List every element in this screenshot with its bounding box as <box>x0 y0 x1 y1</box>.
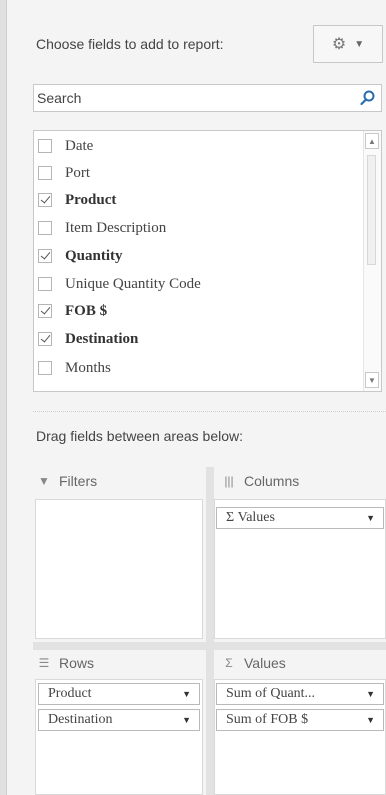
field-destination[interactable]: Destination <box>38 328 138 350</box>
chevron-down-icon[interactable]: ▼ <box>366 689 375 699</box>
values-chip-quantity[interactable]: Sum of Quant... ▼ <box>216 683 384 705</box>
rows-chip-destination[interactable]: Destination ▼ <box>38 709 200 731</box>
field-product[interactable]: Product <box>38 189 116 211</box>
filters-title-label: Filters <box>59 473 98 489</box>
field-checkbox[interactable] <box>38 304 52 318</box>
chip-label: Σ Values <box>226 510 275 525</box>
pane-left-border <box>0 0 7 795</box>
rows-title-label: Rows <box>59 655 95 671</box>
field-label: Date <box>65 137 94 154</box>
scroll-up-icon[interactable]: ▲ <box>365 133 379 149</box>
field-checkbox[interactable] <box>38 361 52 375</box>
section-divider <box>33 411 386 412</box>
chip-label: Product <box>48 686 92 701</box>
values-area-title: Σ Values <box>222 655 286 671</box>
field-checkbox[interactable] <box>38 139 52 153</box>
sigma-icon: Σ <box>225 656 233 670</box>
chevron-down-icon[interactable]: ▼ <box>366 513 375 523</box>
chip-label: Sum of FOB $ <box>226 712 309 727</box>
field-unique-quantity-code[interactable]: Unique Quantity Code <box>38 273 201 295</box>
field-label: Destination <box>65 330 139 347</box>
chip-label: Destination <box>48 712 113 727</box>
filters-area-title: ▼ Filters <box>37 473 97 489</box>
field-port[interactable]: Port <box>38 162 90 184</box>
filter-icon: ▼ <box>38 474 50 488</box>
area-splitter-vertical <box>206 467 214 795</box>
choose-fields-label: Choose fields to add to report: <box>36 36 224 52</box>
field-checkbox[interactable] <box>38 221 52 235</box>
field-months[interactable]: Months <box>38 357 111 379</box>
field-label: FOB $ <box>65 302 108 319</box>
values-chip-fob[interactable]: Sum of FOB $ ▼ <box>216 709 384 731</box>
columns-icon: ||| <box>224 474 234 488</box>
layout-areas: ▼ Filters ||| Columns Σ Values ▼ ☰ Rows … <box>33 467 386 795</box>
field-label: Months <box>65 359 111 376</box>
rows-area-title: ☰ Rows <box>37 655 94 671</box>
field-checkbox[interactable] <box>38 193 52 207</box>
field-label: Quantity <box>65 247 123 264</box>
rows-icon: ☰ <box>38 656 50 670</box>
field-label: Port <box>65 164 91 181</box>
columns-area-title: ||| Columns <box>222 473 299 489</box>
tools-button[interactable]: ⚙ ▼ <box>313 25 383 63</box>
search-input[interactable] <box>37 85 337 111</box>
chevron-down-icon[interactable]: ▼ <box>182 689 191 699</box>
chevron-down-icon[interactable]: ▼ <box>182 715 191 725</box>
field-list-scrollbar[interactable]: ▲ ▼ <box>363 131 381 391</box>
rows-chip-product[interactable]: Product ▼ <box>38 683 200 705</box>
field-label: Unique Quantity Code <box>65 275 201 292</box>
search-icon[interactable] <box>359 89 377 107</box>
values-title-label: Values <box>244 655 286 671</box>
field-checkbox[interactable] <box>38 166 52 180</box>
scroll-down-icon[interactable]: ▼ <box>365 372 379 388</box>
field-date[interactable]: Date <box>38 135 93 157</box>
filters-drop-zone[interactable] <box>35 499 203 639</box>
columns-title-label: Columns <box>244 473 300 489</box>
chevron-down-icon[interactable]: ▼ <box>366 715 375 725</box>
columns-values-chip[interactable]: Σ Values ▼ <box>216 507 384 529</box>
field-quantity[interactable]: Quantity <box>38 245 123 267</box>
drag-hint-label: Drag fields between areas below: <box>36 428 244 444</box>
field-label: Item Description <box>65 219 167 236</box>
search-box[interactable] <box>33 84 382 112</box>
area-splitter-horizontal <box>33 642 386 650</box>
gear-icon: ⚙ <box>331 36 347 53</box>
chip-label: Sum of Quant... <box>226 686 316 701</box>
scrollbar-thumb[interactable] <box>367 155 376 265</box>
field-checkbox[interactable] <box>38 249 52 263</box>
field-checkbox[interactable] <box>38 277 52 291</box>
field-label: Product <box>65 191 117 208</box>
chevron-down-icon: ▼ <box>354 38 365 50</box>
field-checkbox[interactable] <box>38 332 52 346</box>
field-list: Date Port Product Item Description Quant… <box>33 130 382 392</box>
field-item-description[interactable]: Item Description <box>38 217 166 239</box>
field-fob[interactable]: FOB $ <box>38 300 107 322</box>
